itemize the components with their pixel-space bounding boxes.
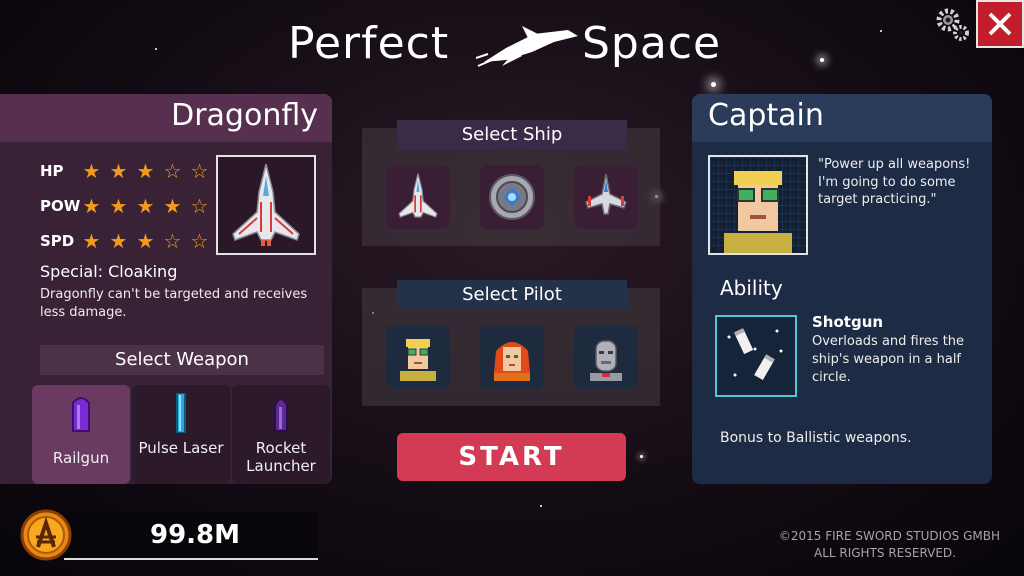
stat-label: HP — [40, 162, 64, 180]
star-empty-icon: ☆ — [163, 159, 182, 183]
title-ship-icon — [476, 26, 578, 67]
close-button[interactable] — [976, 0, 1024, 48]
select-ship-panel: Select Ship — [362, 120, 660, 246]
ship-saucer-icon — [489, 174, 535, 220]
ability-description: Overloads and fires the ship's weapon in… — [812, 334, 965, 385]
ship-preview — [216, 155, 316, 255]
copyright-line-2: ALL RIGHTS RESERVED. — [813, 546, 956, 560]
captain-title: Captain — [708, 98, 824, 133]
ability-title: Ability — [720, 276, 783, 300]
stat-label: POW — [40, 197, 81, 215]
captain-bonus: Bonus to Ballistic weapons. — [720, 430, 912, 446]
star-filled-icon: ★ — [82, 229, 101, 253]
stat-row-hp: HP ★ ★ ★ ☆ ☆ — [40, 158, 211, 184]
star-empty-icon: ☆ — [190, 229, 209, 253]
ship-option-fighter[interactable] — [574, 165, 638, 229]
stat-stars: ★ ★ ★ ☆ ☆ — [80, 161, 211, 181]
start-button[interactable]: START — [397, 433, 626, 481]
ship-special: Special: Cloaking — [40, 262, 178, 281]
star-dot — [640, 455, 643, 458]
captain-portrait-icon — [710, 157, 806, 253]
rocket-launcher-icon — [274, 398, 288, 432]
star-empty-icon: ☆ — [190, 194, 209, 218]
star-dot — [711, 82, 716, 87]
weapon-icon-wrap — [232, 393, 330, 435]
captain-title-bar: Captain — [692, 94, 992, 142]
title-word-perfect: Perfect — [288, 18, 450, 69]
currency-amount: 99.8M — [150, 520, 241, 550]
currency-bar: 99.8M — [64, 512, 318, 560]
captain-quote: "Power up all weapons! I'm going to do s… — [818, 157, 971, 207]
star-filled-icon: ★ — [163, 194, 182, 218]
star-filled-icon: ★ — [82, 194, 101, 218]
stat-row-pow: POW ★ ★ ★ ★ ☆ — [40, 193, 211, 219]
select-pilot-panel: Select Pilot — [362, 280, 660, 406]
star-filled-icon: ★ — [136, 229, 155, 253]
close-icon — [988, 12, 1012, 36]
pilot-redhead-icon — [494, 342, 530, 381]
star-filled-icon: ★ — [82, 159, 101, 183]
weapon-label: Pulse Laser — [138, 439, 224, 457]
ability-shotgun-tile — [715, 315, 797, 397]
pilot-option-redhead[interactable] — [480, 325, 544, 389]
weapon-icon-wrap — [32, 393, 130, 435]
stat-stars: ★ ★ ★ ★ ☆ — [80, 196, 211, 216]
weapon-pulse-laser[interactable]: Pulse Laser — [132, 385, 230, 484]
ship-special-description: Dragonfly can't be targeted and receives… — [40, 287, 308, 320]
ability-name: Shotgun — [812, 313, 884, 331]
select-pilot-title: Select Pilot — [397, 280, 627, 310]
star-empty-icon: ☆ — [163, 229, 182, 253]
copyright-notice: ©2015 FIRE SWORD STUDIOS GMBH ALL RIGHTS… — [700, 528, 1000, 562]
captain-portrait — [708, 155, 808, 255]
ship-dragonfly-icon — [398, 173, 438, 218]
settings-button[interactable] — [934, 6, 970, 42]
title-word-space: Space — [582, 18, 722, 69]
star-filled-icon: ★ — [109, 229, 128, 253]
pulse-laser-icon — [176, 393, 186, 433]
railgun-icon — [72, 397, 90, 432]
ship-info-panel: Dragonfly HP ★ ★ ★ ☆ ☆ POW ★ ★ ★ ★ ☆ SPD ★ ★ ★ ☆ ☆ S… — [0, 94, 332, 484]
stat-row-spd: SPD ★ ★ ★ ☆ ☆ — [40, 228, 211, 254]
ship-fighter-icon — [585, 173, 627, 215]
star-filled-icon: ★ — [109, 194, 128, 218]
ship-option-dragonfly[interactable] — [386, 165, 450, 229]
gears-icon — [936, 8, 969, 41]
stat-label: SPD — [40, 232, 75, 250]
coin-icon-svg — [20, 509, 72, 561]
shotgun-ability-icon — [727, 328, 783, 381]
weapon-label: Rocket Launcher — [246, 439, 316, 475]
weapon-label: Railgun — [52, 449, 110, 467]
ship-option-saucer[interactable] — [480, 165, 544, 229]
pilot-option-captain[interactable] — [386, 325, 450, 389]
ship-name-bar: Dragonfly — [0, 94, 332, 142]
star-filled-icon: ★ — [109, 159, 128, 183]
star-empty-icon: ☆ — [190, 159, 209, 183]
pilot-captain-icon — [400, 339, 436, 381]
game-title: Perfect Space — [0, 16, 1024, 72]
stat-stars: ★ ★ ★ ☆ ☆ — [80, 231, 211, 251]
pilot-robot-icon — [590, 340, 622, 381]
captain-info-panel: Captain "Power up all weapons! I'm going… — [692, 94, 992, 484]
star-filled-icon: ★ — [136, 159, 155, 183]
weapon-railgun[interactable]: Railgun — [32, 385, 130, 484]
ship-name: Dragonfly — [171, 98, 318, 133]
select-ship-title: Select Ship — [397, 120, 627, 150]
coin-icon — [20, 509, 72, 561]
select-weapon-header: Select Weapon — [40, 345, 324, 375]
copyright-line-1: ©2015 FIRE SWORD STUDIOS GMBH — [778, 529, 1000, 543]
weapon-rocket-launcher[interactable]: Rocket Launcher — [232, 385, 330, 484]
pilot-option-robot[interactable] — [574, 325, 638, 389]
star-filled-icon: ★ — [136, 194, 155, 218]
dragonfly-ship-icon — [232, 163, 300, 246]
weapon-icon-wrap — [132, 393, 230, 435]
star-dot — [540, 505, 542, 507]
